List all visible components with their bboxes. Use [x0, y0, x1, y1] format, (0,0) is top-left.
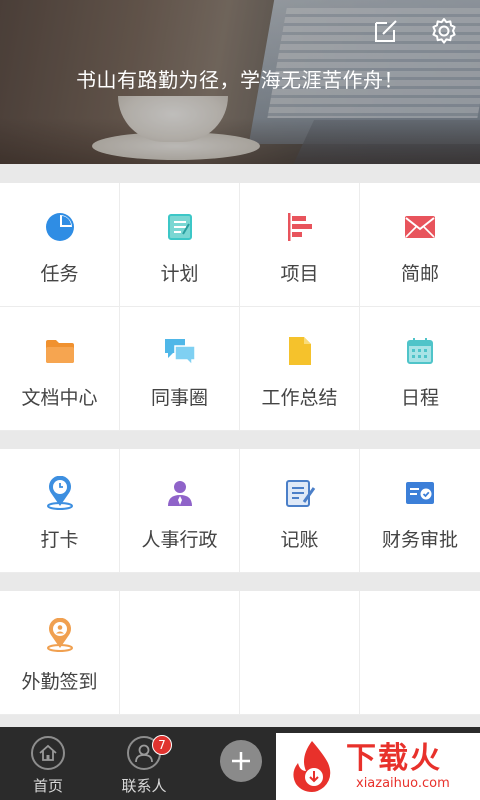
grid-item-plan[interactable]: 计划	[120, 183, 240, 307]
app-grid-section-2: 打卡 人事行政 记账 财务审批	[0, 449, 480, 573]
bookkeeping-icon	[280, 473, 320, 513]
field-checkin-icon	[40, 615, 80, 655]
app-grid-section-1: 任务 计划 项目 简邮 文档中心 同事圈 工作总结 日程	[0, 183, 480, 431]
mail-icon	[400, 207, 440, 247]
edit-icon	[375, 20, 397, 42]
watermark-brand: 下载火 xiazaihuo.com	[346, 741, 450, 792]
edit-button[interactable]	[369, 14, 403, 48]
grid-item-task[interactable]: 任务	[0, 183, 120, 307]
grid-empty-cell	[240, 591, 360, 715]
grid-item-label: 计划	[160, 263, 199, 285]
grid-item-label: 同事圈	[150, 387, 208, 409]
grid-item-label: 简邮	[400, 263, 439, 285]
gear-icon	[432, 18, 456, 44]
grid-item-mail[interactable]: 简邮	[360, 183, 480, 307]
grid-item-field-checkin[interactable]: 外勤签到	[0, 591, 120, 715]
grid-item-label: 日程	[400, 387, 439, 409]
grid-item-label: 项目	[280, 263, 319, 285]
flame-logo-icon	[284, 737, 340, 797]
approval-card-icon	[400, 473, 440, 513]
grid-item-label: 任务	[40, 263, 79, 285]
contacts-badge: 7	[152, 735, 172, 755]
header-banner: 书山有路勤为径，学海无涯苦作舟！	[0, 0, 480, 164]
pie-chart-icon	[40, 207, 80, 247]
grid-item-label: 记账	[280, 529, 319, 551]
nav-home-label: 首页	[32, 777, 63, 795]
grid-item-label: 外勤签到	[21, 671, 98, 693]
grid-empty-cell	[360, 591, 480, 715]
grid-item-label: 打卡	[40, 529, 79, 551]
settings-button[interactable]	[427, 14, 461, 48]
chat-bubbles-icon	[160, 331, 200, 371]
nav-home[interactable]: 首页	[0, 727, 96, 800]
watermark-brand-name: 下载火	[346, 741, 442, 776]
plus-icon	[232, 752, 250, 770]
watermark: 下载火 xiazaihuo.com	[276, 733, 480, 800]
plan-note-icon	[160, 207, 200, 247]
watermark-domain: xiazaihuo.com	[356, 776, 450, 791]
grid-row: 任务 计划 项目 简邮	[0, 183, 480, 307]
nav-contacts-label: 联系人	[121, 777, 167, 795]
person-icon	[160, 473, 200, 513]
grid-row: 文档中心 同事圈 工作总结 日程	[0, 307, 480, 431]
nav-contacts[interactable]: 联系人 7	[96, 727, 192, 800]
document-icon	[280, 331, 320, 371]
grid-item-summary[interactable]: 工作总结	[240, 307, 360, 431]
project-bars-icon	[280, 207, 320, 247]
banner-slogan: 书山有路勤为径，学海无涯苦作舟！	[76, 68, 404, 92]
grid-item-label: 文档中心	[21, 387, 98, 409]
grid-item-moments[interactable]: 同事圈	[120, 307, 240, 431]
grid-item-finance-approval[interactable]: 财务审批	[360, 449, 480, 573]
grid-item-label: 财务审批	[381, 529, 458, 551]
grid-item-schedule[interactable]: 日程	[360, 307, 480, 431]
grid-item-project[interactable]: 项目	[240, 183, 360, 307]
grid-row: 打卡 人事行政 记账 财务审批	[0, 449, 480, 573]
home-icon	[31, 736, 65, 770]
grid-row: 外勤签到	[0, 591, 480, 715]
calendar-icon	[400, 331, 440, 371]
grid-item-docs[interactable]: 文档中心	[0, 307, 120, 431]
grid-item-label: 工作总结	[261, 387, 338, 409]
grid-item-hr[interactable]: 人事行政	[120, 449, 240, 573]
add-button[interactable]	[220, 740, 262, 782]
location-clock-icon	[40, 473, 80, 513]
grid-item-bookkeeping[interactable]: 记账	[240, 449, 360, 573]
grid-item-label: 人事行政	[141, 529, 218, 551]
app-grid-section-3: 外勤签到	[0, 591, 480, 715]
folder-icon	[40, 331, 80, 371]
grid-item-clock-in[interactable]: 打卡	[0, 449, 120, 573]
grid-empty-cell	[120, 591, 240, 715]
